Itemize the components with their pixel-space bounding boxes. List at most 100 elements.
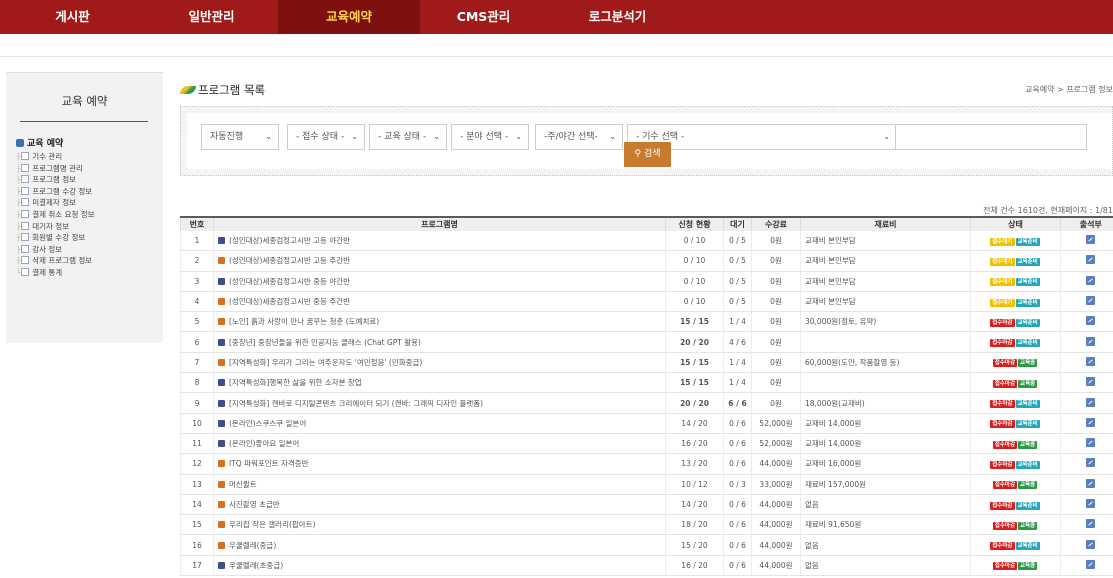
- program-name[interactable]: [지역특성화]행복한 삶을 위한 소자본 창업: [213, 372, 666, 394]
- program-name[interactable]: (성인대상)세종검정고시반 고등 야간반: [213, 231, 666, 252]
- row-no: 1: [180, 231, 214, 252]
- edit-icon[interactable]: [1086, 559, 1096, 569]
- edit-icon[interactable]: [1086, 255, 1096, 265]
- edit-icon[interactable]: [1086, 458, 1096, 468]
- program-name[interactable]: (온라인)스쿠스쿠 일본어: [213, 413, 666, 434]
- edit-icon[interactable]: [1086, 539, 1096, 549]
- edit-icon[interactable]: [1086, 356, 1096, 366]
- table-row[interactable]: 8 [지역특성화]행복한 삶을 위한 소자본 창업 15 / 15 1 / 4 0원 접수…: [180, 372, 1113, 394]
- day-night-select[interactable]: -주/야간 선택- ⌄: [535, 124, 623, 150]
- edit-icon[interactable]: [1086, 478, 1096, 488]
- sidebar-item[interactable]: ├ 프로그램명 관리: [16, 163, 95, 175]
- program-type-icon: [218, 460, 225, 468]
- col-no: 번호: [180, 216, 214, 231]
- sidebar-item[interactable]: ├ 프로그램 수강 정보: [16, 186, 95, 198]
- table-row[interactable]: 3 (성인대상)세종검정고시반 중등 야간반 0 / 10 0 / 5 0원 교재비 본인…: [180, 271, 1113, 292]
- edit-icon[interactable]: [1086, 235, 1096, 245]
- page-icon: [21, 221, 30, 230]
- edit-icon[interactable]: [1086, 438, 1096, 448]
- program-name-text: ITQ 파워포인트 자격증반: [229, 459, 309, 469]
- table-row[interactable]: 12 ITQ 파워포인트 자격증반 13 / 20 0 / 6 44,000원 교재비 1…: [180, 453, 1113, 475]
- sidebar-item[interactable]: ├ 미결제자 정보: [16, 197, 95, 209]
- table-row[interactable]: 9 [지역특성화] 캔바로 디지털콘텐츠 크리에이터 되기 (캔바: 그래픽 디자…: [180, 392, 1113, 414]
- edit-icon[interactable]: [1086, 336, 1096, 346]
- edit-icon[interactable]: [1086, 275, 1096, 285]
- table-row[interactable]: 5 [노인] 흙과 사랑이 만나 꿈꾸는 청춘 (도예치료) 15 / 15 1 / …: [180, 311, 1113, 333]
- sidebar-item[interactable]: ├ 강사 정보: [16, 244, 95, 256]
- nav-log-analyzer[interactable]: 로그분석기: [547, 0, 688, 34]
- edit-icon[interactable]: [1086, 296, 1096, 306]
- table-row[interactable]: 14 사진촬영 초급반 14 / 20 0 / 6 44,000원 없음 접수마감 교육준비: [180, 494, 1113, 516]
- status-badge: 접수마감: [990, 542, 1015, 551]
- attendance-cell: [1060, 271, 1113, 292]
- sidebar-item[interactable]: ├ 회원별 수강 정보: [16, 232, 95, 244]
- sidebar-item[interactable]: ├ 대기자 정보: [16, 221, 95, 233]
- program-name[interactable]: 머신퀼트: [213, 474, 666, 495]
- nav-cms[interactable]: CMS관리: [420, 0, 547, 34]
- program-name[interactable]: 우리집 작은 갤러리(팝아트): [213, 514, 666, 536]
- status-badge: 교육준비: [1015, 460, 1040, 469]
- program-type-icon: [218, 521, 225, 529]
- program-name[interactable]: [지역특성화] 캔바로 디지털콘텐츠 크리에이터 되기 (캔바: 그래픽 디자인…: [213, 392, 666, 414]
- program-name[interactable]: (성인대상)세종검정고시반 고등 주간반: [213, 250, 666, 272]
- apply-count: 14 / 20: [665, 494, 724, 516]
- sidebar-item[interactable]: ├ 기수 관리: [16, 151, 95, 163]
- sidebar-item[interactable]: ├ 프로그램 정보: [16, 174, 95, 186]
- table-row[interactable]: 6 [중장년] 중장년들을 위한 인공지능 클래스 (Chat GPT 활용) 20…: [180, 331, 1113, 353]
- program-name[interactable]: (온라인)좋아요 일본어: [213, 433, 666, 455]
- table-row[interactable]: 11 (온라인)좋아요 일본어 16 / 20 0 / 6 52,000원 교재비 14,…: [180, 433, 1113, 455]
- table-row[interactable]: 16 우쿨렐레(중급) 15 / 20 0 / 6 44,000원 없음 접수마감 교육준비: [180, 534, 1113, 556]
- program-name[interactable]: 사진촬영 초급반: [213, 494, 666, 516]
- table-row[interactable]: 17 우쿨렐레(초중급) 16 / 20 0 / 6 44,000원 없음 접수마감 교육중: [180, 555, 1113, 577]
- table-row[interactable]: 13 머신퀼트 10 / 12 0 / 3 33,000원 재료비 157,000원 접수마…: [180, 474, 1113, 495]
- sidebar-item[interactable]: └ 결제 통계: [16, 267, 95, 279]
- edit-icon[interactable]: [1086, 397, 1096, 407]
- tuition-fee: 0원: [751, 291, 801, 313]
- edit-icon[interactable]: [1086, 377, 1096, 387]
- edu-status-select[interactable]: - 교육 상태 - ⌄: [369, 124, 447, 150]
- edit-icon[interactable]: [1086, 316, 1096, 326]
- table-row[interactable]: 7 [지역특성화] 우리가 그리는 여주운자도 '여민정음' (민화중급) 15 /…: [180, 352, 1113, 374]
- program-name-text: (성인대상)세종검정고시반 중등 주간반: [229, 297, 351, 307]
- table-row[interactable]: 1 (성인대상)세종검정고시반 고등 야간반 0 / 10 0 / 5 0원 교재비 본인…: [180, 231, 1113, 252]
- program-name[interactable]: ITQ 파워포인트 자격증반: [213, 453, 666, 475]
- sidebar-item[interactable]: ├ 결제 취소 요청 정보: [16, 209, 95, 221]
- nav-edu-reservation[interactable]: 교육예약: [278, 0, 420, 34]
- edit-icon[interactable]: [1086, 499, 1096, 508]
- material-fee: 교재비 본인부담: [800, 271, 971, 292]
- page-icon: [21, 256, 30, 265]
- table-row[interactable]: 2 (성인대상)세종검정고시반 고등 주간반 0 / 10 0 / 5 0원 교재비 본인…: [180, 250, 1113, 272]
- material-fee: 없음: [800, 534, 971, 556]
- receipt-status-select[interactable]: - 접수 상태 - ⌄: [287, 124, 365, 150]
- edit-icon[interactable]: [1086, 417, 1096, 427]
- auto-progress-select[interactable]: 자동진행 ⌄: [201, 124, 279, 150]
- nav-general[interactable]: 일반관리: [145, 0, 278, 34]
- program-name[interactable]: [노인] 흙과 사랑이 만나 꿈꾸는 청춘 (도예치료): [213, 311, 666, 333]
- material-fee: 교재비 본인부담: [800, 291, 971, 313]
- program-name[interactable]: (성인대상)세종검정고시반 중등 야간반: [213, 271, 666, 292]
- tuition-fee: 0원: [751, 331, 801, 353]
- tree-branch-icon: ├: [16, 245, 21, 254]
- field-select[interactable]: - 분야 선택 - ⌄: [451, 124, 529, 150]
- program-name[interactable]: [중장년] 중장년들을 위한 인공지능 클래스 (Chat GPT 활용): [213, 331, 666, 353]
- table-row[interactable]: 15 우리집 작은 갤러리(팝아트) 18 / 20 0 / 6 44,000원 재료비 …: [180, 514, 1113, 536]
- apply-count: 0 / 10: [665, 271, 724, 292]
- table-row[interactable]: 10 (온라인)스쿠스쿠 일본어 14 / 20 0 / 6 52,000원 교재비 14…: [180, 413, 1113, 434]
- program-name[interactable]: 우쿨렐레(중급): [213, 534, 666, 556]
- material-fee: [800, 331, 971, 353]
- sidebar-item[interactable]: ├ 삭제 프로그램 정보: [16, 255, 95, 267]
- program-name[interactable]: (성인대상)세종검정고시반 중등 주간반: [213, 291, 666, 313]
- sidebar-root[interactable]: 교육 예약: [16, 136, 63, 149]
- material-fee: 18,000원(교재비): [800, 392, 971, 414]
- program-name[interactable]: 우쿨렐레(초중급): [213, 555, 666, 577]
- table-row[interactable]: 4 (성인대상)세종검정고시반 중등 주간반 0 / 10 0 / 5 0원 교재비 본인…: [180, 291, 1113, 313]
- material-fee: 교재비 16,000원: [800, 453, 971, 475]
- nav-board[interactable]: 게시판: [0, 0, 145, 34]
- search-input[interactable]: [895, 124, 1087, 150]
- edit-icon[interactable]: [1086, 519, 1096, 529]
- program-name-text: 머신퀼트: [229, 479, 257, 489]
- program-name[interactable]: [지역특성화] 우리가 그리는 여주운자도 '여민정음' (민화중급): [213, 352, 666, 374]
- apply-count: 0 / 10: [665, 250, 724, 272]
- attendance-cell: [1060, 250, 1113, 272]
- search-button[interactable]: ⚲ 검색: [624, 142, 671, 167]
